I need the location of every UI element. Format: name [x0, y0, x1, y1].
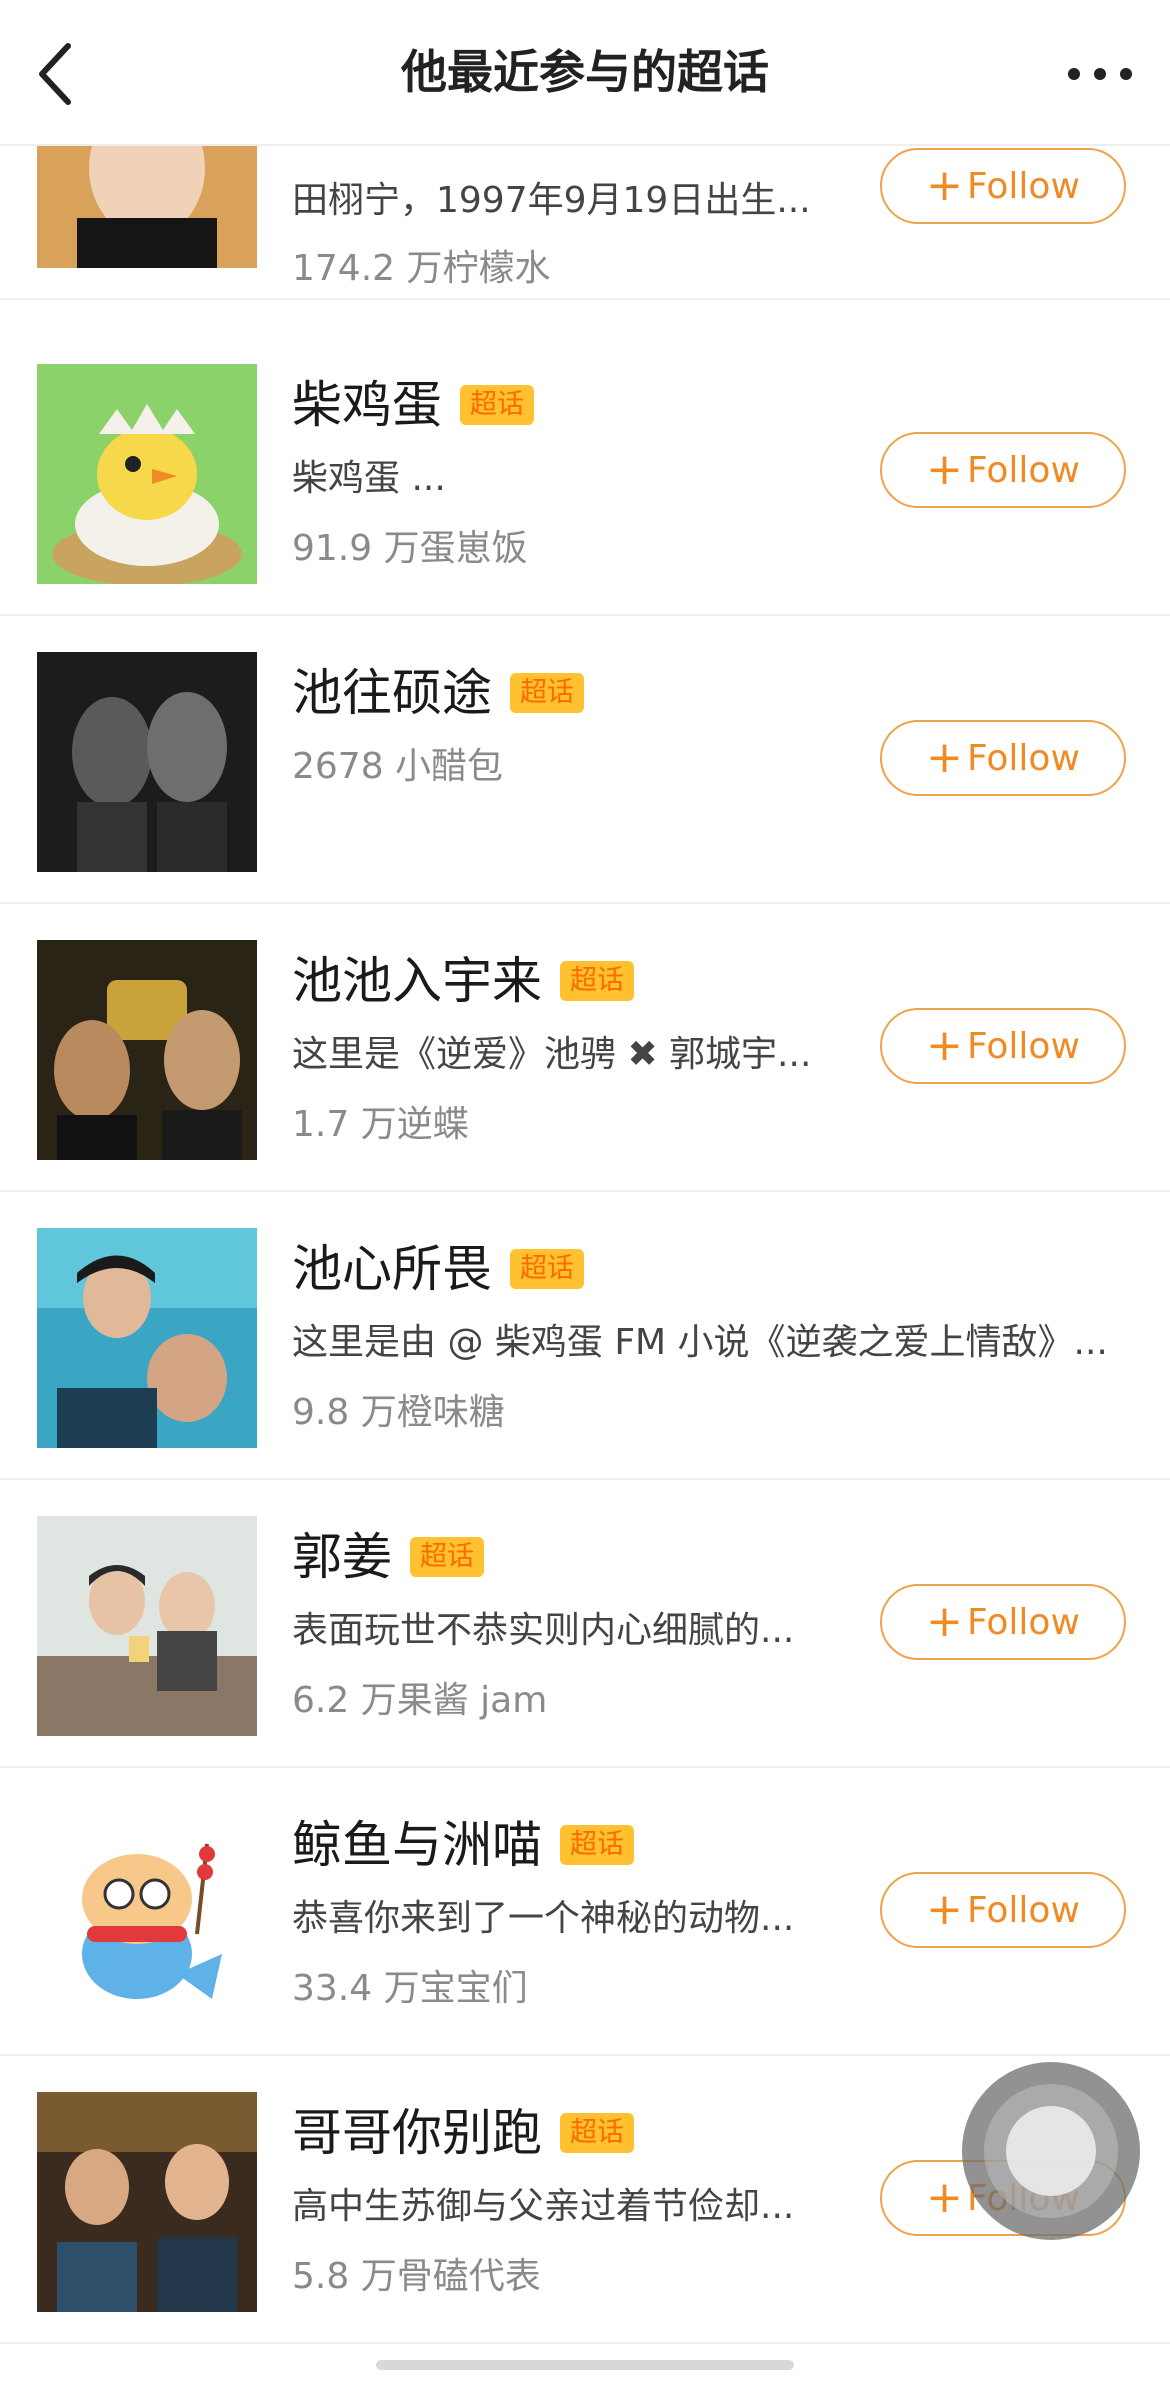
topic-fan-count: 5.8 万骨磕代表 — [292, 2256, 541, 2297]
supertopic-badge: 超话 — [460, 385, 534, 425]
topic-fan-count: 2678 小醋包 — [292, 746, 504, 787]
supertopic-badge: 超话 — [510, 1249, 584, 1289]
list-item[interactable]: 郭姜 超话 表面玩世不恭实则内心细腻的... 6.2 万果酱 jam + Fol… — [0, 1480, 1170, 1768]
topic-name: 池池入宇来 — [292, 952, 542, 1010]
topic-description: 高中生苏御与父亲过着节俭却... — [292, 2186, 795, 2227]
topic-description: 这里是《逆爱》池骋 ✖ 郭城宇... — [292, 1034, 812, 1075]
page-title: 他最近参与的超话 — [401, 45, 769, 99]
list-item[interactable]: 池心所畏 超话 这里是由 @ 柴鸡蛋 FM 小说《逆袭之爱上情敌》... 9.8… — [0, 1192, 1170, 1480]
topic-thumbnail — [37, 1516, 257, 1736]
topic-title-line: 柴鸡蛋 超话 — [292, 370, 534, 440]
topic-title-line: 池往硕途 超话 — [292, 658, 584, 728]
list-item[interactable]: 柴鸡蛋 超话 柴鸡蛋 ... 91.9 万蛋崽饭 + Follow — [0, 328, 1170, 616]
supertopic-badge: 超话 — [410, 1537, 484, 1577]
plus-icon: + — [926, 732, 963, 783]
topic-thumbnail — [37, 364, 257, 584]
topic-name: 池往硕途 — [292, 664, 492, 722]
follow-label: Follow — [966, 449, 1080, 491]
topic-fan-count: 91.9 万蛋崽饭 — [292, 528, 528, 569]
topic-name: 郭姜 — [292, 1528, 392, 1586]
topic-fan-count: 1.7 万逆蝶 — [292, 1104, 469, 1145]
follow-label: Follow — [966, 1889, 1080, 1931]
topic-thumbnail — [37, 652, 257, 872]
plus-icon: + — [926, 1884, 963, 1935]
topic-description: 柴鸡蛋 ... — [292, 458, 446, 499]
topic-title-line: 鲸鱼与洲喵 超话 — [292, 1810, 634, 1880]
supertopic-badge: 超话 — [560, 2113, 634, 2153]
plus-icon: + — [926, 1596, 963, 1647]
topic-title-line: 郭姜 超话 — [292, 1522, 484, 1592]
home-indicator[interactable] — [376, 2360, 794, 2370]
topic-thumbnail — [37, 940, 257, 1160]
follow-button[interactable]: + Follow — [880, 148, 1126, 224]
topic-name: 柴鸡蛋 — [292, 376, 442, 434]
topic-description: 表面玩世不恭实则内心细腻的... — [292, 1610, 795, 1651]
supertopic-badge: 超话 — [560, 1825, 634, 1865]
follow-label: Follow — [966, 1025, 1080, 1067]
list-item[interactable]: 池池入宇来 超话 这里是《逆爱》池骋 ✖ 郭城宇... 1.7 万逆蝶 + Fo… — [0, 904, 1170, 1192]
more-dots-icon — [1068, 68, 1132, 80]
topic-name: 池心所畏 — [292, 1240, 492, 1298]
topic-description: 这里是由 @ 柴鸡蛋 FM 小说《逆袭之爱上情敌》... — [292, 1322, 1108, 1363]
supertopic-badge: 超话 — [560, 961, 634, 1001]
assistive-touch-dot — [1006, 2106, 1096, 2196]
topic-title-line: 池心所畏 超话 — [292, 1234, 584, 1304]
topic-description: 田栩宁，1997年9月19日出生... — [292, 180, 811, 221]
list-item[interactable]: 鲸鱼与洲喵 超话 恭喜你来到了一个神秘的动物... 33.4 万宝宝们 + Fo… — [0, 1768, 1170, 2056]
follow-label: Follow — [966, 737, 1080, 779]
follow-button[interactable]: + Follow — [880, 432, 1126, 508]
topic-thumbnail — [37, 1804, 257, 2024]
assistive-touch-button[interactable] — [962, 2062, 1140, 2240]
follow-label: Follow — [966, 165, 1080, 207]
topic-fan-count: 6.2 万果酱 jam — [292, 1680, 548, 1721]
topic-name: 哥哥你别跑 — [292, 2104, 542, 2162]
topic-thumbnail — [37, 2092, 257, 2312]
plus-icon: + — [926, 160, 963, 211]
supertopic-badge: 超话 — [510, 673, 584, 713]
follow-button[interactable]: + Follow — [880, 720, 1126, 796]
follow-button[interactable]: + Follow — [880, 1008, 1126, 1084]
list-item[interactable]: 池往硕途 超话 2678 小醋包 + Follow — [0, 616, 1170, 904]
topic-fan-count: 9.8 万橙味糖 — [292, 1392, 505, 1433]
topic-name: 鲸鱼与洲喵 — [292, 1816, 542, 1874]
more-button[interactable] — [1060, 52, 1140, 96]
topic-title-line: 哥哥你别跑 超话 — [292, 2098, 634, 2168]
follow-button[interactable]: + Follow — [880, 1584, 1126, 1660]
topic-fan-count: 174.2 万柠檬水 — [292, 248, 551, 289]
topic-fan-count: 33.4 万宝宝们 — [292, 1968, 528, 2009]
plus-icon: + — [926, 1020, 963, 1071]
follow-button[interactable]: + Follow — [880, 1872, 1126, 1948]
plus-icon: + — [926, 444, 963, 495]
topic-description: 恭喜你来到了一个神秘的动物... — [292, 1898, 795, 1939]
plus-icon: + — [926, 2172, 963, 2223]
nav-bar: 他最近参与的超话 — [0, 0, 1170, 146]
topic-thumbnail — [37, 1228, 257, 1448]
topic-title-line: 池池入宇来 超话 — [292, 946, 634, 1016]
follow-label: Follow — [966, 1601, 1080, 1643]
